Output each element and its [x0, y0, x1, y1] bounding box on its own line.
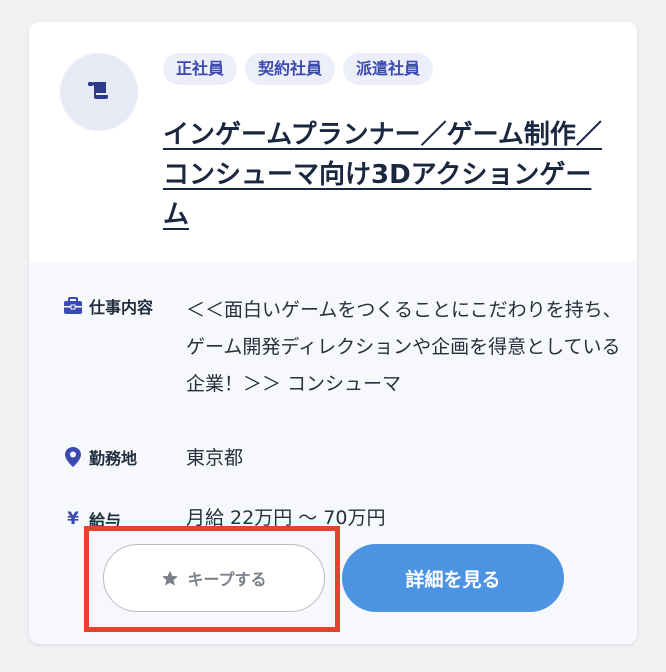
- detail-row-work: 仕事内容 ＜＜面白いゲームをつくることにこだわりを持ち、ゲーム開発ディレクション…: [62, 292, 626, 403]
- company-logo: [60, 53, 138, 131]
- view-detail-button[interactable]: 詳細を見る: [342, 544, 564, 612]
- detail-label-location: 勤務地: [62, 444, 186, 470]
- job-card-header: 正社員 契約社員 派遣社員 インゲームプランナー／ゲーム制作／コンシューマ向け3…: [29, 22, 637, 262]
- detail-row-location: 勤務地 東京都: [62, 440, 626, 477]
- view-detail-button-label: 詳細を見る: [405, 568, 501, 591]
- tag-employment-type: 派遣社員: [343, 53, 434, 85]
- detail-value-location: 東京都: [186, 447, 244, 469]
- detail-value-work: ＜＜面白いゲームをつくることにこだわりを持ち、ゲーム開発ディレクションや企画を得…: [186, 299, 622, 395]
- tag-employment-type: 正社員: [163, 53, 238, 85]
- employment-tags: 正社員 契約社員 派遣社員: [163, 53, 434, 85]
- keep-button-label: キープする: [187, 570, 267, 589]
- scroll-icon: [86, 79, 112, 105]
- yen-icon: ¥: [67, 509, 79, 529]
- job-title-link[interactable]: インゲームプランナー／ゲーム制作／コンシューマ向け3Dアクションゲーム: [163, 115, 613, 235]
- map-pin-icon: [62, 446, 84, 468]
- tag-employment-type: 契約社員: [245, 53, 336, 85]
- keep-button[interactable]: キープする: [103, 544, 325, 612]
- job-card: 正社員 契約社員 派遣社員 インゲームプランナー／ゲーム制作／コンシューマ向け3…: [29, 22, 637, 644]
- star-icon: [161, 570, 179, 587]
- briefcase-icon: [62, 295, 84, 317]
- detail-label-work: 仕事内容: [62, 293, 186, 319]
